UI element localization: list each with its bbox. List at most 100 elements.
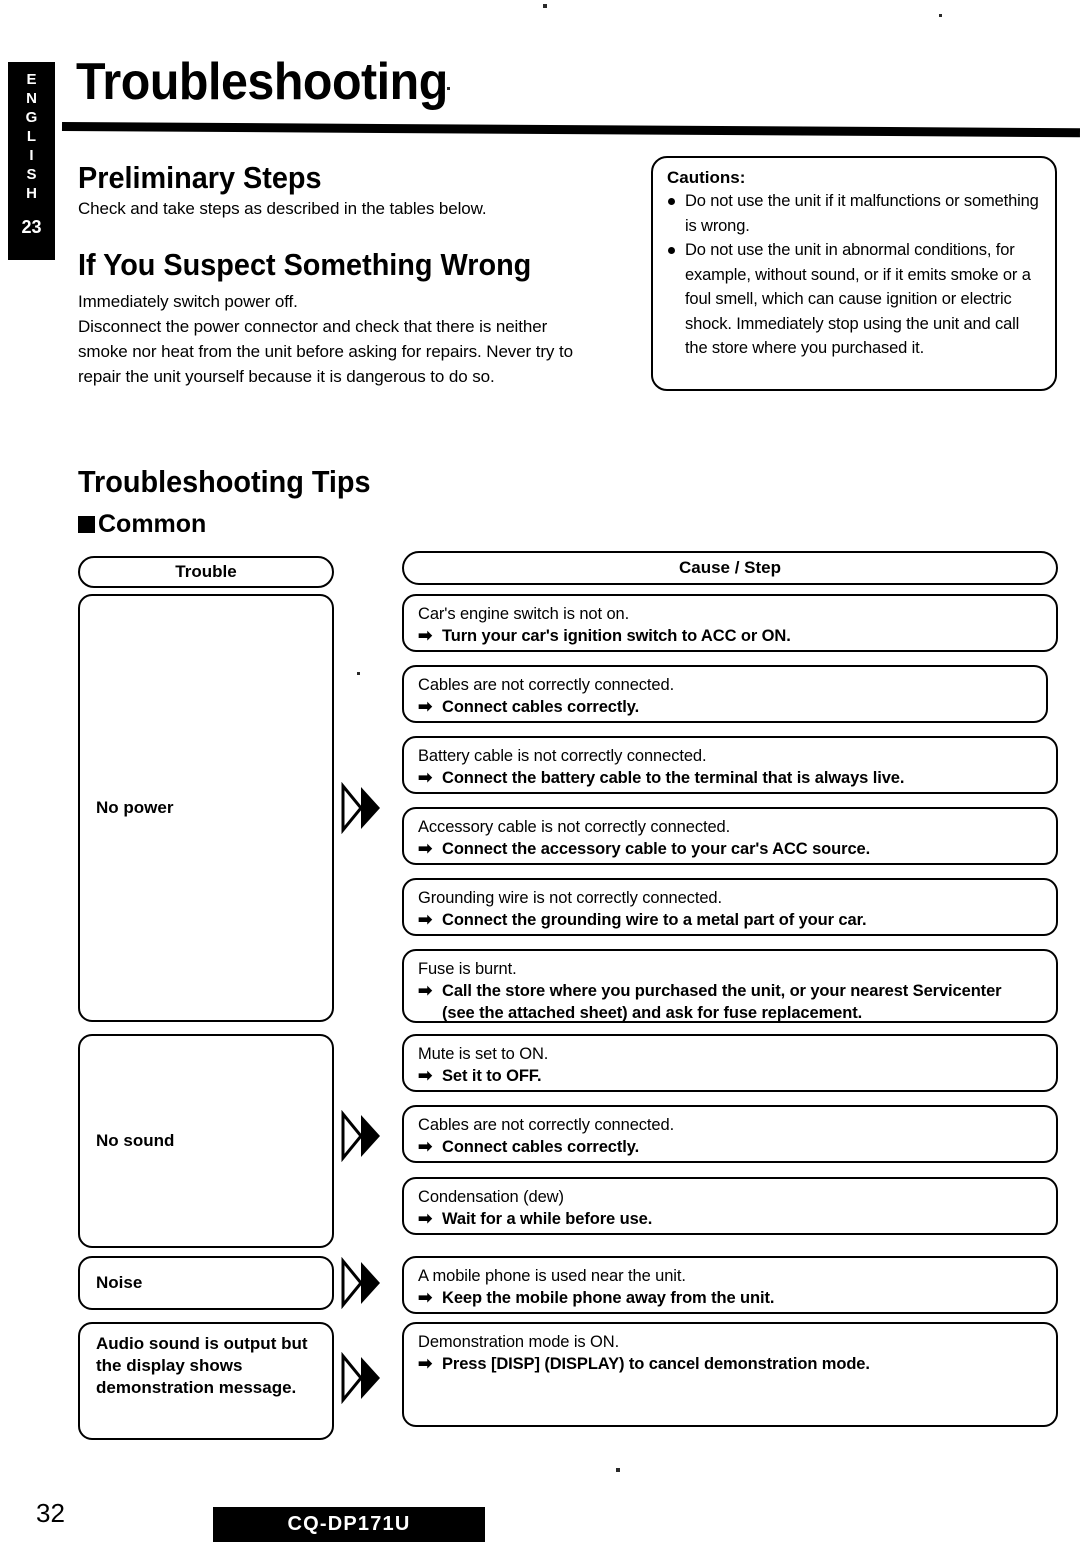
trouble-box-demo-message: Audio sound is output but the display sh… <box>78 1322 334 1440</box>
caution-item-text: Do not use the unit if it malfunctions o… <box>685 192 1039 235</box>
suspect-body: Immediately switch power off. Disconnect… <box>78 289 648 389</box>
caution-item-text: Do not use the unit in abnormal conditio… <box>685 241 1031 357</box>
right-arrow-icon: ➡ <box>418 1066 433 1085</box>
troubleshooting-tips-heading: Troubleshooting Tips <box>78 464 371 499</box>
page-title: Troubleshooting <box>76 53 448 111</box>
caution-item: Do not use the unit in abnormal conditio… <box>667 238 1043 361</box>
cause-step-row: Grounding wire is not correctly connecte… <box>402 878 1058 936</box>
step-label: Connect the grounding wire to a metal pa… <box>442 911 867 929</box>
step-text: ➡ Keep the mobile phone away from the un… <box>418 1287 1046 1309</box>
right-arrow-icon: ➡ <box>418 626 433 645</box>
cause-step-row: Cables are not correctly connected. ➡ Co… <box>402 1105 1058 1163</box>
step-label: Connect the battery cable to the termina… <box>442 769 905 787</box>
step-label: Wait for a while before use. <box>442 1210 653 1228</box>
caution-item: Do not use the unit if it malfunctions o… <box>667 189 1043 238</box>
cause-text: Demonstration mode is ON. <box>418 1333 620 1351</box>
column-header-cause-step: Cause / Step <box>402 551 1058 585</box>
language-section-tab: E N G L I S H 23 <box>8 62 55 260</box>
suspect-body-line: Immediately switch power off. <box>78 292 298 311</box>
flow-arrow-icon <box>341 1110 380 1162</box>
trouble-box-noise: Noise <box>78 1256 334 1310</box>
document-page: E N G L I S H 23 Troubleshooting Prelimi… <box>0 0 1080 1548</box>
column-header-trouble: Trouble <box>78 556 334 588</box>
trouble-box-no-power: No power <box>78 594 334 1022</box>
language-letter: G <box>25 109 38 126</box>
suspect-body-line: Disconnect the power connector and check… <box>78 317 548 336</box>
scan-speck <box>357 672 360 675</box>
language-letter: N <box>26 90 37 107</box>
step-text: ➡ Wait for a while before use. <box>418 1208 1046 1230</box>
scan-speck <box>616 1468 620 1472</box>
right-arrow-icon: ➡ <box>418 839 433 858</box>
bullet-icon <box>668 198 675 205</box>
step-text: ➡ Connect the battery cable to the termi… <box>418 767 1046 789</box>
flow-arrow-icon <box>341 1257 380 1309</box>
right-arrow-icon: ➡ <box>418 1288 433 1307</box>
cause-text: Car's engine switch is not on. <box>418 605 630 623</box>
right-arrow-icon: ➡ <box>418 1354 433 1373</box>
cautions-list: Do not use the unit if it malfunctions o… <box>667 189 1043 361</box>
trouble-label: Audio sound is output but the display sh… <box>96 1334 308 1397</box>
cause-step-row: Fuse is burnt. ➡ Call the store where yo… <box>402 949 1058 1023</box>
suspect-heading: If You Suspect Something Wrong <box>78 247 532 282</box>
step-label: Press [DISP] (DISPLAY) to cancel demonst… <box>442 1355 870 1373</box>
cause-step-row: Accessory cable is not correctly connect… <box>402 807 1058 865</box>
trouble-label: No power <box>96 798 174 817</box>
cause-step-row: Car's engine switch is not on. ➡ Turn yo… <box>402 594 1058 652</box>
cause-text: Cables are not correctly connected. <box>418 1116 675 1134</box>
language-letter: I <box>29 147 34 164</box>
cautions-box: Cautions: Do not use the unit if it malf… <box>651 156 1057 391</box>
page-folio: 32 <box>36 1498 65 1528</box>
cause-step-row: A mobile phone is used near the unit. ➡ … <box>402 1256 1058 1314</box>
step-text-continued: (see the attached sheet) and ask for fus… <box>442 1004 863 1022</box>
step-label: Keep the mobile phone away from the unit… <box>442 1289 775 1307</box>
suspect-body-line: repair the unit yourself because it is d… <box>78 367 495 386</box>
step-label: Turn your car's ignition switch to ACC o… <box>442 627 791 645</box>
language-letter: L <box>26 128 37 145</box>
step-label: Set it to OFF. <box>442 1067 542 1085</box>
cause-text: Battery cable is not correctly connected… <box>418 747 707 765</box>
cause-text: A mobile phone is used near the unit. <box>418 1267 686 1285</box>
cause-step-row: Battery cable is not correctly connected… <box>402 736 1058 794</box>
common-subheading-label: Common <box>98 510 207 538</box>
cause-step-row: Condensation (dew) ➡ Wait for a while be… <box>402 1177 1058 1235</box>
cause-step-row: Mute is set to ON. ➡ Set it to OFF. <box>402 1034 1058 1092</box>
section-number: 23 <box>21 217 42 237</box>
right-arrow-icon: ➡ <box>418 981 433 1000</box>
step-text: ➡ Call the store where you purchased the… <box>418 980 1046 1002</box>
step-label: Connect the accessory cable to your car'… <box>442 840 871 858</box>
common-subheading: Common <box>78 510 206 539</box>
flow-arrow-icon <box>341 1352 380 1404</box>
language-letter: E <box>26 71 37 88</box>
step-label: Connect cables correctly. <box>442 1138 640 1156</box>
language-letter: S <box>26 166 37 183</box>
step-text: ➡ Connect the grounding wire to a metal … <box>418 909 1046 931</box>
preliminary-steps-heading: Preliminary Steps <box>78 160 322 195</box>
right-arrow-icon: ➡ <box>418 1137 433 1156</box>
right-arrow-icon: ➡ <box>418 697 433 716</box>
scan-speck <box>543 4 547 8</box>
cautions-title: Cautions: <box>667 168 746 187</box>
cause-text: Mute is set to ON. <box>418 1045 549 1063</box>
cause-step-row: Cables are not correctly connected. ➡ Co… <box>402 665 1048 723</box>
right-arrow-icon: ➡ <box>418 1209 433 1228</box>
cause-text: Condensation (dew) <box>418 1188 564 1206</box>
trouble-label: No sound <box>96 1131 175 1150</box>
cause-text: Cables are not correctly connected. <box>418 676 675 694</box>
step-label: Connect cables correctly. <box>442 698 640 716</box>
step-text: ➡ Connect the accessory cable to your ca… <box>418 838 1046 860</box>
step-text: ➡ Turn your car's ignition switch to ACC… <box>418 625 1046 647</box>
cause-step-row: Demonstration mode is ON. ➡ Press [DISP]… <box>402 1322 1058 1427</box>
step-text: ➡ Set it to OFF. <box>418 1065 1046 1087</box>
bullet-icon <box>668 247 675 254</box>
step-text: ➡ Connect cables correctly. <box>418 1136 1046 1158</box>
trouble-box-no-sound: No sound <box>78 1034 334 1248</box>
cause-text: Fuse is burnt. <box>418 960 517 978</box>
right-arrow-icon: ➡ <box>418 768 433 787</box>
title-rule <box>61 122 1080 138</box>
cause-text: Accessory cable is not correctly connect… <box>418 818 731 836</box>
trouble-label: Noise <box>96 1273 143 1292</box>
filled-square-icon <box>78 516 95 533</box>
scan-speck <box>939 14 942 17</box>
step-text: ➡ Press [DISP] (DISPLAY) to cancel demon… <box>418 1353 1046 1375</box>
